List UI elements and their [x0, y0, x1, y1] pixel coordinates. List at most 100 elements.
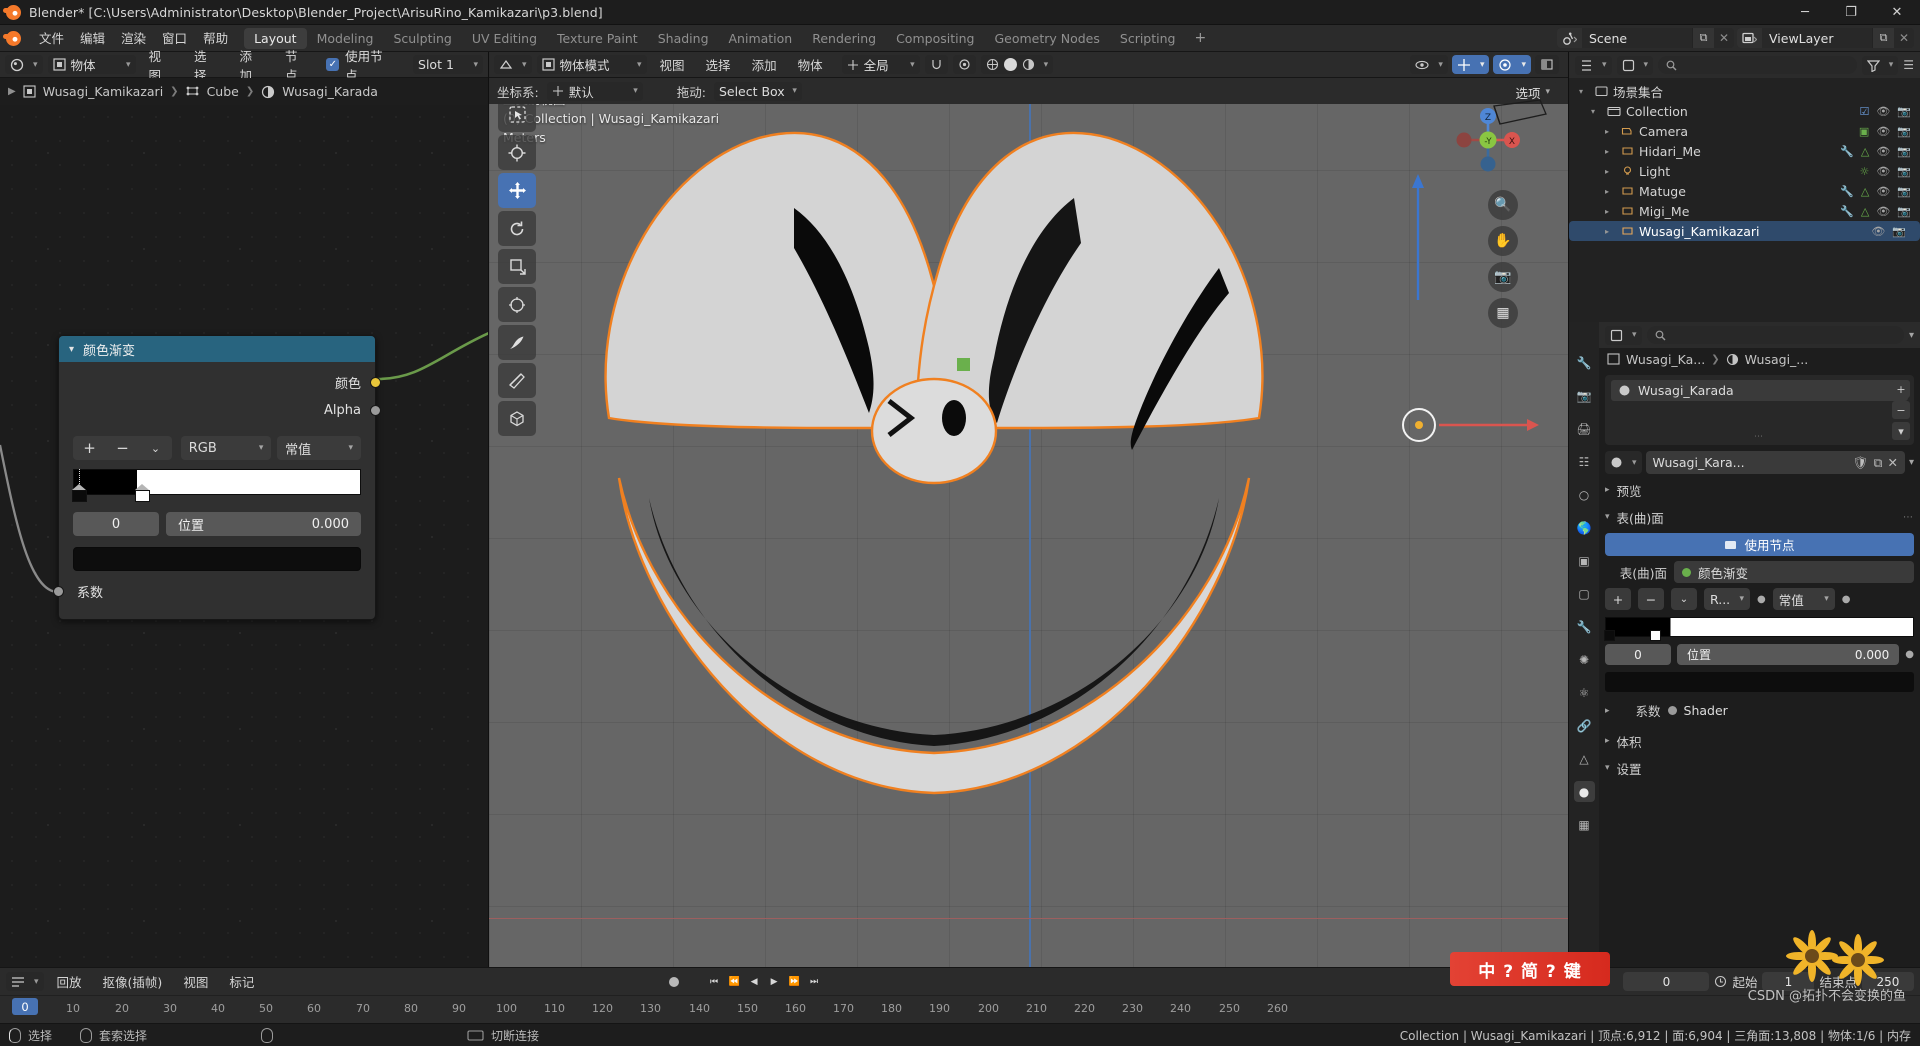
node-canvas[interactable]: ▾ 颜色渐变 颜色 Alpha + − ⌄	[0, 105, 488, 967]
modifier-icon[interactable]: 🔧	[1840, 205, 1854, 218]
tool-measure[interactable]	[498, 363, 536, 398]
material-slot-row[interactable]: Wusagi_Karada	[1611, 380, 1908, 401]
camera-icon[interactable]: 📷	[1897, 165, 1911, 178]
ramp-stop-0[interactable]	[72, 484, 87, 502]
timeline-menu-view[interactable]: 视图	[175, 972, 216, 991]
tab-collection[interactable]: ▣	[1574, 550, 1595, 571]
play-reverse-button[interactable]: ◀	[745, 972, 763, 991]
remove-slot-button[interactable]: −	[1892, 401, 1910, 419]
viewport-menu-add[interactable]: 添加	[744, 55, 785, 74]
unlink-icon[interactable]: ✕	[1887, 455, 1897, 471]
color-ramp-node[interactable]: ▾ 颜色渐变 颜色 Alpha + − ⌄	[58, 335, 376, 620]
prev-keyframe-button[interactable]: ⏪	[725, 972, 743, 991]
tab-sculpting[interactable]: Sculpting	[383, 28, 461, 49]
panel-surface[interactable]: ▾ 表(曲)面 ⋯	[1605, 506, 1914, 528]
tool-add-cube[interactable]	[498, 401, 536, 436]
remove-stop-button[interactable]: −	[1638, 588, 1664, 610]
tab-physics[interactable]: ⚛	[1574, 682, 1595, 703]
outliner-editor-type[interactable]: ▾	[1575, 56, 1612, 75]
outliner-new-collection-icon[interactable]: ☰	[1903, 58, 1914, 72]
overlays-toggle[interactable]: ▾	[1493, 55, 1531, 74]
material-slot-selector[interactable]: Slot 1 ▾	[413, 55, 483, 74]
eye-icon[interactable]: 👁	[1876, 205, 1890, 218]
close-button[interactable]: ✕	[1874, 0, 1920, 25]
jump-end-button[interactable]: ⏭	[805, 972, 823, 991]
outliner-item-collection[interactable]: ▾ Collection ☑ 👁 📷	[1569, 101, 1920, 121]
tab-rendering[interactable]: Rendering	[802, 28, 886, 49]
drag-action-selector[interactable]: Select Box ▾	[714, 82, 802, 101]
tab-scene[interactable]: ○	[1574, 484, 1595, 505]
color-mode-dropdown[interactable]: R... ▾	[1704, 588, 1750, 610]
viewport-menu-view[interactable]: 视图	[652, 55, 693, 74]
xray-toggle[interactable]	[1535, 55, 1559, 74]
tab-object-data[interactable]: △	[1574, 748, 1595, 769]
interaction-mode-selector[interactable]: 物体模式 ▾	[537, 55, 647, 74]
outliner-search-input[interactable]	[1658, 56, 1857, 74]
unlink-viewlayer-button[interactable]: ✕	[1894, 28, 1914, 48]
disclosure-icon[interactable]: ▸	[1605, 127, 1616, 136]
prop-breadcrumb-material[interactable]: Wusagi_...	[1745, 352, 1809, 367]
add-stop-button[interactable]: +	[73, 436, 106, 460]
camera-icon[interactable]: 📷	[1897, 185, 1911, 198]
jump-start-button[interactable]: ⏮	[705, 972, 723, 991]
add-slot-button[interactable]: +	[1892, 380, 1910, 398]
timeline-menu-playback[interactable]: 回放	[49, 972, 90, 991]
surface-shader-field[interactable]: 颜色渐变	[1674, 561, 1914, 583]
disclosure-icon[interactable]: ▸	[1605, 207, 1616, 216]
disclosure-icon[interactable]: ▸	[1605, 167, 1616, 176]
panel-grip[interactable]: ⋯	[1903, 512, 1914, 523]
light-data-icon[interactable]: ☼	[1859, 165, 1869, 178]
eye-icon[interactable]: 👁	[1876, 125, 1890, 138]
mesh-data-icon[interactable]: △	[1861, 185, 1869, 198]
stop-color-swatch[interactable]	[1605, 672, 1914, 692]
menu-file[interactable]: 文件	[31, 28, 72, 49]
current-frame-field[interactable]: 0	[1623, 972, 1709, 991]
ramp-options-button[interactable]: ⌄	[139, 436, 172, 460]
play-button[interactable]: ▶	[765, 972, 783, 991]
eye-icon[interactable]: 👁	[1876, 165, 1890, 178]
interpolation-dropdown[interactable]: 常值 ▾	[1773, 588, 1835, 610]
socket-alpha[interactable]	[370, 405, 381, 416]
outliner-item-wusagi-kamikazari[interactable]: ▸ Wusagi_Kamikazari 👁 📷	[1569, 221, 1920, 241]
record-button[interactable]	[665, 972, 683, 991]
viewport-menu-object[interactable]: 物体	[790, 55, 831, 74]
tool-rotate[interactable]	[498, 211, 536, 246]
ramp-stop-1[interactable]	[135, 484, 150, 502]
shader-type-selector[interactable]: 物体 ▾	[48, 55, 136, 74]
tab-output[interactable]: 🖨	[1574, 418, 1595, 439]
disclosure-icon[interactable]: ▾	[1591, 107, 1602, 116]
maximize-button[interactable]: ❐	[1828, 0, 1874, 25]
pan-hand-icon[interactable]: ✋	[1488, 226, 1518, 256]
tool-transform[interactable]	[498, 287, 536, 322]
camera-view-icon[interactable]: 📷	[1488, 262, 1518, 292]
tab-texture[interactable]: ▦	[1574, 814, 1595, 835]
tab-shading[interactable]: Shading	[648, 28, 719, 49]
orientation-selector[interactable]: 默认 ▾	[547, 82, 643, 101]
ramp-options-button[interactable]: ⌄	[1671, 588, 1697, 610]
add-workspace-button[interactable]: +	[1185, 30, 1215, 46]
checkbox-icon[interactable]: ☑	[1859, 105, 1869, 118]
panel-preview[interactable]: ▸ 预览	[1605, 479, 1914, 501]
proportional-edit-toggle[interactable]	[953, 55, 976, 74]
editor-type-selector[interactable]: ▾	[5, 55, 43, 74]
modifier-icon[interactable]: 🔧	[1840, 145, 1854, 158]
transform-orientation-selector[interactable]: 全局 ▾	[842, 55, 920, 74]
tab-tool[interactable]: 🔧	[1574, 352, 1595, 373]
snap-toggle[interactable]	[925, 55, 948, 74]
remove-stop-button[interactable]: −	[106, 436, 139, 460]
mesh-data-icon[interactable]: △	[1861, 205, 1869, 218]
chevron-down-icon[interactable]: ▾	[69, 344, 74, 355]
outliner-scene-collection[interactable]: ▾ 场景集合	[1569, 81, 1920, 101]
color-ramp-widget[interactable]	[73, 469, 361, 495]
socket-fac[interactable]	[53, 586, 64, 597]
node-header[interactable]: ▾ 颜色渐变	[59, 336, 375, 362]
blender-menu-icon[interactable]	[6, 31, 21, 46]
disclosure-icon[interactable]: ▸	[1605, 147, 1616, 156]
tab-object[interactable]: ▢	[1574, 583, 1595, 604]
tab-modifiers[interactable]: 🔧	[1574, 616, 1595, 637]
outliner-filter-button[interactable]: ▾	[1862, 56, 1899, 75]
tab-scripting[interactable]: Scripting	[1110, 28, 1186, 49]
disclosure-icon[interactable]: ▸	[1605, 187, 1616, 196]
minimize-button[interactable]: ─	[1782, 0, 1828, 25]
stop-position-field[interactable]: 位置 0.000	[1677, 644, 1899, 665]
